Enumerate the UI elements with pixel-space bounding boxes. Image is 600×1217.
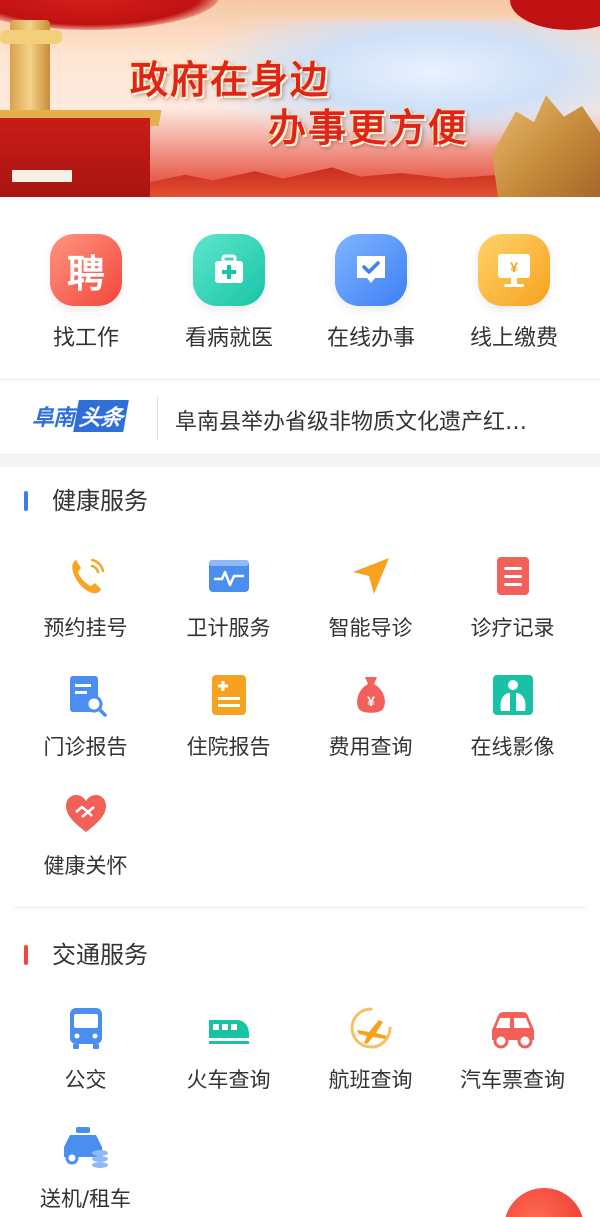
- health-care[interactable]: 健康关怀: [14, 792, 157, 892]
- news-separator: [157, 396, 158, 440]
- floating-action-button[interactable]: [504, 1188, 584, 1217]
- health-outpatient-report-label: 门诊报告: [43, 735, 128, 759]
- svg-text:¥: ¥: [510, 259, 518, 275]
- traffic-airport-rental[interactable]: 送机/租车: [14, 1125, 157, 1217]
- quick-access-row: 聘 找工作 看病就医 在线办事 ¥ 线上缴费: [0, 197, 600, 379]
- banner-slogan-line1: 政府在身边: [130, 57, 331, 102]
- traffic-flight[interactable]: 航班查询: [299, 1006, 442, 1106]
- health-appointment-label: 预约挂号: [43, 616, 128, 640]
- health-section-accent-bar: [24, 491, 28, 511]
- health-online-imaging[interactable]: 在线影像: [441, 673, 584, 773]
- recruit-icon: 聘: [50, 234, 122, 306]
- banner-gate-plaque: [12, 170, 72, 182]
- medical-kit-icon: [193, 234, 265, 306]
- recruit-glyph: 聘: [66, 251, 105, 296]
- quick-online-payment[interactable]: ¥ 线上缴费: [454, 234, 574, 354]
- health-smart-guide-label: 智能导诊: [328, 616, 413, 640]
- traffic-train-label: 火车查询: [186, 1068, 271, 1092]
- money-bag-icon: ¥: [349, 673, 393, 717]
- bus-icon: [64, 1006, 108, 1050]
- section-divider: [14, 907, 586, 908]
- heart-handshake-icon: [64, 792, 108, 836]
- news-ticker[interactable]: 阜南 头条 阜南县举办省级非物质文化遗产红…: [0, 379, 600, 455]
- document-list-icon: [491, 554, 535, 598]
- banner-tiananmen-gate: [0, 118, 150, 197]
- news-brand-highlight: 头条: [73, 400, 129, 432]
- health-records[interactable]: 诊疗记录: [441, 554, 584, 654]
- quick-online-service-label: 在线办事: [326, 326, 415, 351]
- phone-icon: [64, 554, 108, 598]
- calculator-report-icon: [207, 673, 251, 717]
- traffic-coach-ticket[interactable]: 汽车票查询: [441, 1006, 584, 1106]
- health-online-imaging-label: 在线影像: [470, 735, 555, 759]
- report-search-icon: [64, 673, 108, 717]
- health-inpatient-report-label: 住院报告: [186, 735, 271, 759]
- navigation-arrow-icon: [349, 554, 393, 598]
- traffic-airport-rental-label: 送机/租车: [39, 1187, 132, 1211]
- quick-online-service[interactable]: 在线办事: [311, 234, 431, 354]
- health-care-label: 健康关怀: [43, 854, 128, 878]
- banner-slogan-line2: 办事更方便: [268, 105, 469, 150]
- traffic-bus[interactable]: 公交: [14, 1006, 157, 1106]
- quick-find-job[interactable]: 聘 找工作: [26, 234, 146, 354]
- health-records-label: 诊疗记录: [470, 616, 555, 640]
- lungs-xray-icon: [491, 673, 535, 717]
- payment-terminal-icon: ¥: [478, 234, 550, 306]
- health-section-title-text: 健康服务: [52, 487, 148, 515]
- airplane-icon: [349, 1006, 393, 1050]
- top-banner[interactable]: 政府在身边 办事更方便: [0, 0, 600, 197]
- traffic-section-title-text: 交通服务: [52, 941, 148, 969]
- health-section-title: 健康服务: [24, 481, 148, 516]
- banner-pillar-cap: [0, 30, 62, 44]
- health-fee-inquiry[interactable]: ¥ 费用查询: [299, 673, 442, 773]
- traffic-coach-ticket-label: 汽车票查询: [460, 1068, 565, 1092]
- quick-medical[interactable]: 看病就医: [169, 234, 289, 354]
- health-smart-guide[interactable]: 智能导诊: [299, 554, 442, 654]
- traffic-train[interactable]: 火车查询: [157, 1006, 300, 1106]
- news-brand-logo: 阜南 头条: [32, 400, 129, 432]
- banner-skyline: [150, 167, 500, 197]
- section-gap: [0, 455, 600, 467]
- health-outpatient-report[interactable]: 门诊报告: [14, 673, 157, 773]
- health-fee-inquiry-label: 费用查询: [328, 735, 413, 759]
- heartbeat-monitor-icon: [207, 554, 251, 598]
- health-appointment[interactable]: 预约挂号: [14, 554, 157, 654]
- health-family-planning-label: 卫计服务: [186, 616, 271, 640]
- traffic-section-title: 交通服务: [24, 935, 148, 970]
- traffic-bus-label: 公交: [64, 1068, 107, 1092]
- quick-medical-label: 看病就医: [184, 326, 273, 351]
- svg-text:¥: ¥: [367, 693, 375, 709]
- quick-online-payment-label: 线上缴费: [469, 326, 558, 351]
- chat-check-icon: [335, 234, 407, 306]
- traffic-flight-label: 航班查询: [328, 1068, 413, 1092]
- health-family-planning[interactable]: 卫计服务: [157, 554, 300, 654]
- news-brand-prefix: 阜南: [32, 405, 75, 431]
- health-inpatient-report[interactable]: 住院报告: [157, 673, 300, 773]
- quick-find-job-label: 找工作: [52, 326, 119, 351]
- news-headline[interactable]: 阜南县举办省级非物质文化遗产红…: [175, 404, 575, 436]
- train-icon: [207, 1006, 251, 1050]
- taxi-icon: [63, 1125, 108, 1169]
- car-icon: [491, 1006, 535, 1050]
- traffic-section-accent-bar: [24, 945, 28, 965]
